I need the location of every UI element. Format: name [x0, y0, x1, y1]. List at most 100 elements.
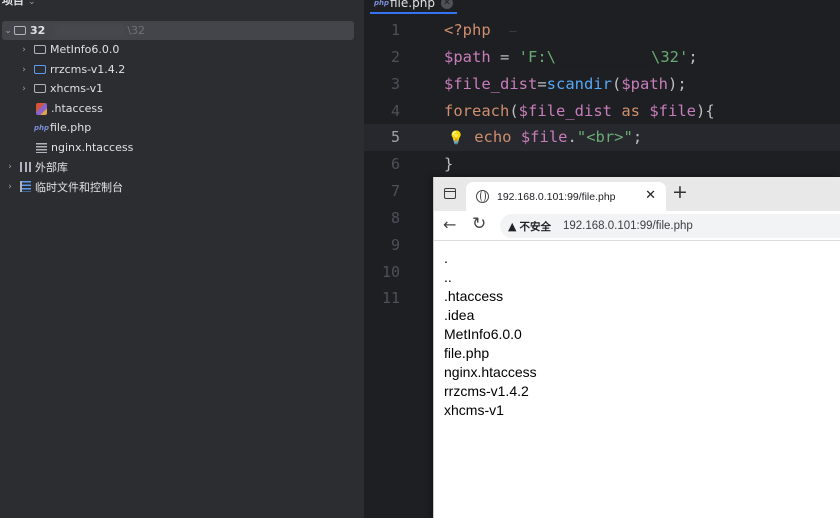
output-line: ..	[444, 269, 452, 285]
line-number: 9	[390, 236, 400, 254]
code-line-6[interactable]: }	[444, 151, 453, 178]
tree-root-folder[interactable]: ⌄ 32 \32	[2, 21, 354, 40]
tree-item-nginx-htaccess[interactable]: nginx.htaccess	[0, 138, 356, 157]
code-keyword: as	[612, 102, 650, 120]
code-semicolon: ;	[688, 48, 698, 66]
lightbulb-icon[interactable]: 💡	[448, 131, 464, 146]
code-brace: }	[444, 155, 454, 173]
chevron-right-icon[interactable]: ›	[18, 65, 30, 75]
inlay-hint: —	[509, 24, 517, 38]
code-variable: $path	[621, 75, 669, 93]
output-line: rrzcms-v1.4.2	[444, 383, 529, 399]
code-line-1[interactable]: <?php —	[444, 17, 517, 44]
tree-item-label: 外部库	[35, 160, 68, 174]
tree-root-label: 32	[30, 24, 46, 37]
chevron-right-icon[interactable]: ›	[18, 45, 30, 55]
new-tab-plus-icon[interactable]: +	[672, 181, 688, 203]
library-icon	[20, 161, 31, 172]
code-variable: $file	[649, 102, 696, 120]
tree-root-path-suffix: \32	[127, 24, 146, 37]
not-secure-label[interactable]: 不安全	[519, 219, 551, 234]
project-panel: 项目 ⌄ ⌄ 32 \32 › MetInfo6.0.0 › rrzcms-v1.…	[0, 0, 364, 518]
line-number: 8	[390, 209, 400, 227]
tree-item-external-libraries[interactable]: › 外部库	[0, 157, 356, 176]
line-number: 1	[390, 21, 400, 39]
text-file-icon	[36, 142, 47, 153]
tree-item-xhcms[interactable]: › xhcms-v1	[0, 79, 356, 98]
tree-item-label: file.php	[50, 121, 92, 134]
editor-tab-label: file.php	[390, 0, 435, 10]
line-number: 11	[381, 289, 400, 307]
code-line-3[interactable]: $file_dist=scandir($path);	[444, 71, 687, 98]
line-number-active: 5	[390, 128, 400, 146]
php-file-icon: php	[34, 123, 50, 132]
output-line: nginx.htaccess	[444, 364, 537, 380]
browser-window: 192.168.0.101:99/file.php ✕ + ← ↻ ▲ 不安全 …	[433, 177, 840, 518]
folder-icon	[34, 84, 46, 93]
code-string: "<br>"	[576, 128, 633, 146]
project-panel-header[interactable]: 项目 ⌄	[2, 0, 36, 8]
tree-item-file-php[interactable]: php file.php	[0, 118, 356, 137]
chevron-right-icon[interactable]: ›	[4, 162, 16, 172]
code-line-5[interactable]: 💡 echo $file."<br>";	[448, 124, 642, 151]
line-number: 7	[390, 182, 400, 200]
php-file-icon: php	[374, 0, 390, 7]
code-paren: (	[509, 102, 519, 120]
output-line: file.php	[444, 345, 490, 361]
folder-icon	[14, 26, 26, 35]
chevron-down-icon[interactable]: ⌄	[2, 26, 14, 36]
tree-item-rrzcms[interactable]: › rrzcms-v1.4.2	[0, 60, 356, 79]
redacted-path	[556, 51, 651, 64]
tree-item-scratches[interactable]: › 临时文件和控制台	[0, 177, 356, 196]
tree-item-label: nginx.htaccess	[51, 141, 134, 154]
globe-icon	[476, 190, 489, 203]
redacted-path	[55, 24, 126, 37]
tree-item-label: xhcms-v1	[50, 82, 104, 95]
output-line: .	[444, 250, 448, 266]
code-variable: $file	[511, 128, 568, 146]
code-keyword: echo	[474, 128, 512, 146]
url-text[interactable]: 192.168.0.101:99/file.php	[563, 220, 693, 232]
page-output: . .. .htaccess .idea MetInfo6.0.0 file.p…	[444, 249, 537, 420]
tab-actions-icon[interactable]	[444, 188, 456, 199]
project-panel-title: 项目	[2, 0, 24, 7]
address-bar[interactable]: ▲ 不安全 192.168.0.101:99/file.php	[500, 214, 840, 238]
editor-tab-file-php[interactable]: php file.php ✕	[370, 0, 457, 14]
line-number: 10	[381, 263, 400, 281]
code-variable: $file_dist	[444, 75, 538, 93]
code-semicolon: ;	[632, 128, 643, 146]
chevron-down-icon[interactable]: ⌄	[28, 0, 36, 7]
line-number: 2	[390, 48, 400, 66]
code-variable: $file_dist	[518, 102, 612, 120]
reload-icon[interactable]: ↻	[472, 214, 486, 234]
code-line-2[interactable]: $path = 'F:\ \32';	[444, 44, 698, 71]
code-paren: ){	[696, 102, 715, 120]
line-number: 4	[390, 102, 400, 120]
code-variable: $path	[444, 48, 491, 66]
warning-icon[interactable]: ▲	[508, 220, 516, 233]
code-operator: .	[567, 128, 577, 146]
folder-icon	[34, 45, 46, 54]
back-arrow-icon[interactable]: ←	[443, 215, 456, 234]
code-operator: =	[490, 48, 519, 66]
browser-tab[interactable]: 192.168.0.101:99/file.php ✕	[466, 182, 666, 211]
chevron-right-icon[interactable]: ›	[18, 84, 30, 94]
code-paren: );	[668, 75, 687, 93]
tree-item-label: rrzcms-v1.4.2	[50, 63, 126, 76]
folder-icon	[34, 65, 46, 74]
php-open-tag: <?php	[444, 21, 491, 39]
code-paren: (	[612, 75, 622, 93]
chevron-right-icon[interactable]: ›	[4, 182, 16, 192]
close-icon[interactable]: ✕	[440, 0, 453, 9]
close-icon[interactable]: ✕	[645, 188, 656, 203]
browser-tab-title: 192.168.0.101:99/file.php	[497, 190, 616, 203]
code-line-4[interactable]: foreach($file_dist as $file){	[444, 98, 715, 125]
scratches-icon	[20, 181, 31, 192]
apache-config-icon	[36, 102, 47, 115]
line-number: 6	[390, 155, 400, 173]
tree-item-label: MetInfo6.0.0	[50, 43, 120, 56]
output-line: xhcms-v1	[444, 402, 504, 418]
output-line: MetInfo6.0.0	[444, 326, 522, 342]
tree-item-metinfo[interactable]: › MetInfo6.0.0	[0, 40, 356, 59]
tree-item-htaccess[interactable]: .htaccess	[0, 99, 356, 118]
